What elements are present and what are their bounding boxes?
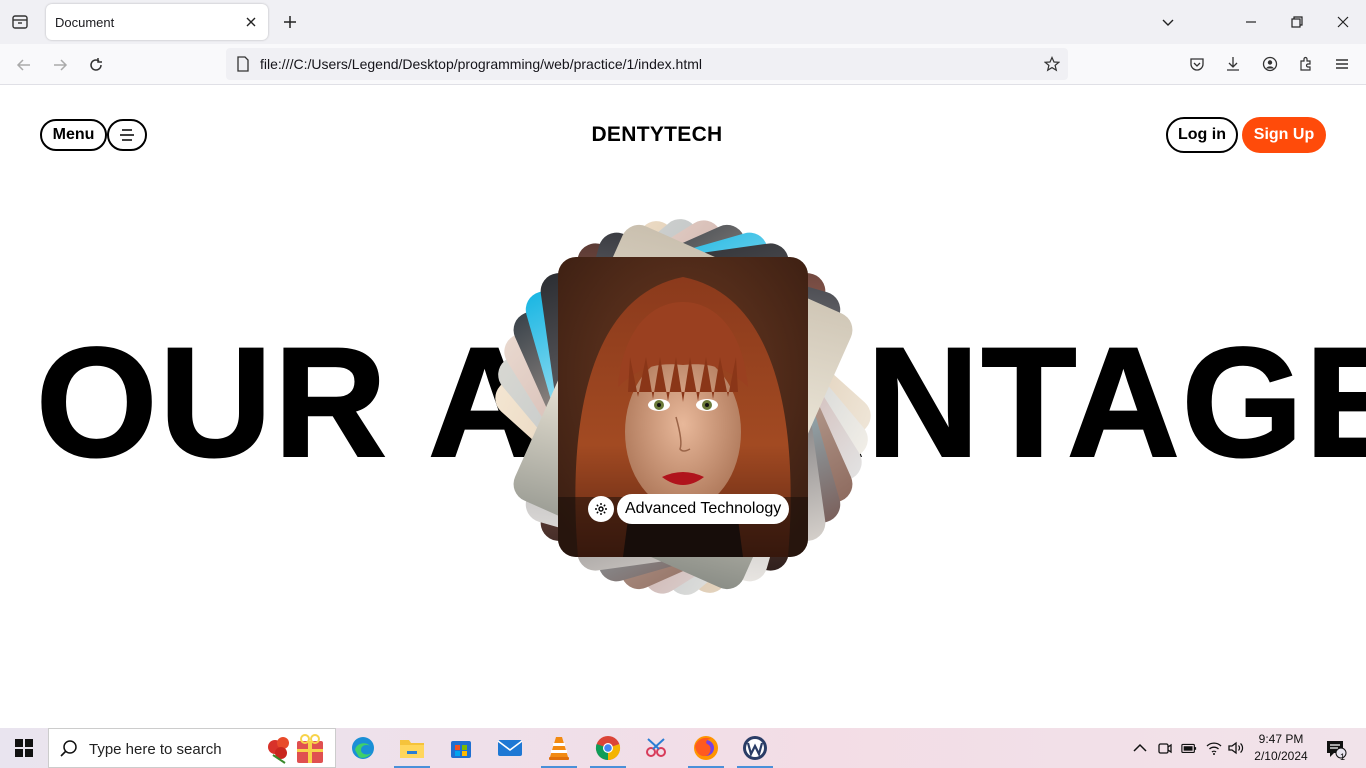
- brand-logo[interactable]: DENTYTECH: [560, 123, 754, 147]
- search-icon: [60, 740, 77, 757]
- vlc-icon[interactable]: [537, 728, 581, 768]
- downloads-icon[interactable]: [1222, 53, 1244, 75]
- card-caption: Advanced Technology: [588, 494, 790, 524]
- extensions-icon[interactable]: [1295, 53, 1317, 75]
- windows-start-icon[interactable]: [0, 728, 48, 768]
- feature-card[interactable]: Advanced Technology: [558, 257, 808, 557]
- reload-icon[interactable]: [83, 52, 109, 78]
- pocket-icon[interactable]: [1186, 53, 1208, 75]
- wifi-icon[interactable]: [1206, 740, 1222, 756]
- page-icon: [234, 55, 252, 73]
- meet-now-icon[interactable]: [1157, 740, 1173, 756]
- firefox-icon[interactable]: [684, 728, 728, 768]
- taskbar-clock[interactable]: 9:47 PM 2/10/2024: [1246, 731, 1316, 765]
- close-tab-icon[interactable]: [242, 13, 260, 31]
- browser-tab-bar: Document: [0, 0, 1366, 44]
- restore-icon[interactable]: [1285, 10, 1309, 34]
- show-hidden-icons-chevron-icon[interactable]: [1132, 740, 1148, 756]
- login-button[interactable]: Log in: [1166, 117, 1238, 153]
- notification-count: 1: [1340, 752, 1346, 762]
- store-icon[interactable]: [439, 728, 483, 768]
- wps-icon[interactable]: [733, 728, 777, 768]
- menu-toggle-button[interactable]: [107, 119, 147, 151]
- bookmark-star-icon[interactable]: [1043, 55, 1061, 73]
- battery-icon[interactable]: [1181, 740, 1197, 756]
- url-bar[interactable]: file:///C:/Users/Legend/Desktop/programm…: [226, 48, 1068, 80]
- account-icon[interactable]: [1259, 53, 1281, 75]
- browser-tab[interactable]: Document: [46, 4, 268, 40]
- file-explorer-icon[interactable]: [390, 728, 434, 768]
- signup-button[interactable]: Sign Up: [1242, 117, 1326, 153]
- url-text: file:///C:/Users/Legend/Desktop/programm…: [260, 56, 702, 72]
- clock-time: 9:47 PM: [1258, 732, 1304, 746]
- menu-button[interactable]: Menu: [40, 119, 107, 151]
- close-window-icon[interactable]: [1331, 10, 1355, 34]
- card-caption-text: Advanced Technology: [617, 494, 790, 524]
- notifications-icon[interactable]: 1: [1324, 738, 1348, 762]
- list-all-tabs-icon[interactable]: [1156, 10, 1180, 34]
- search-placeholder: Type here to search: [89, 741, 222, 758]
- gear-icon: [588, 496, 614, 522]
- mail-icon[interactable]: [488, 728, 532, 768]
- app-menu-icon[interactable]: [1331, 53, 1353, 75]
- back-icon[interactable]: [11, 52, 37, 78]
- tab-list-icon[interactable]: [8, 10, 32, 34]
- new-tab-icon[interactable]: [279, 11, 301, 33]
- snipping-tool-icon[interactable]: [635, 728, 679, 768]
- gift-search-highlight-icon: [268, 734, 323, 764]
- taskbar-search-box[interactable]: Type here to search: [48, 728, 336, 768]
- chrome-icon[interactable]: [586, 728, 630, 768]
- minimize-icon[interactable]: [1239, 10, 1263, 34]
- volume-icon[interactable]: [1228, 740, 1244, 756]
- clock-date: 2/10/2024: [1254, 749, 1308, 763]
- tab-title: Document: [55, 15, 115, 30]
- menu-lines-icon: [120, 129, 134, 141]
- forward-icon[interactable]: [47, 52, 73, 78]
- browser-nav-bar: file:///C:/Users/Legend/Desktop/programm…: [0, 44, 1366, 85]
- web-page: Menu DENTYTECH Log in Sign Up OUR ADVANT…: [0, 85, 1366, 728]
- edge-icon[interactable]: [341, 728, 385, 768]
- windows-taskbar: Type here to search 9:47 PM 2/10/2024 1: [0, 728, 1366, 768]
